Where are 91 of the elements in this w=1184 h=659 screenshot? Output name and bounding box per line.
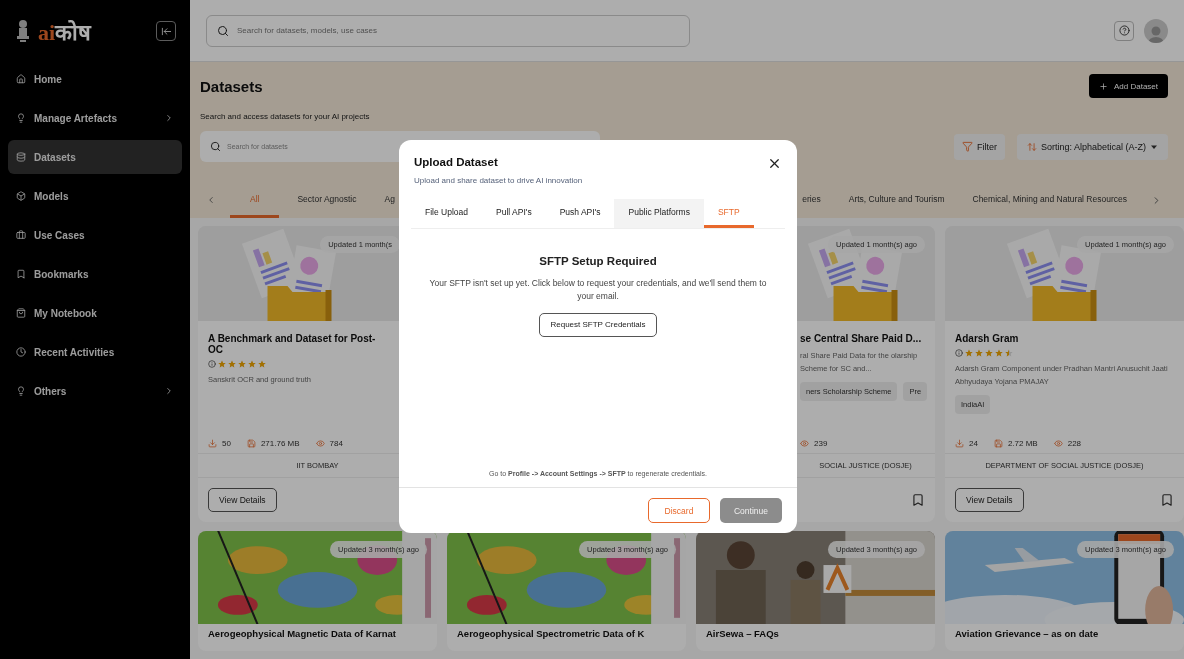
stat-value: 239	[800, 438, 828, 448]
eye-icon	[800, 438, 809, 448]
info-icon	[955, 349, 963, 357]
nav-item[interactable]: Recent Activities	[8, 335, 182, 369]
card-title: se Central Share Paid D...	[800, 333, 923, 344]
database-icon	[16, 152, 26, 162]
card-title: A Benchmark and Dataset for Post-OC	[208, 333, 377, 355]
eye-icon	[315, 438, 325, 448]
view-details-button[interactable]: View Details	[208, 488, 277, 512]
global-search-field[interactable]: Search for datasets, models, use cases	[206, 14, 690, 47]
nav-item[interactable]: Use Cases	[8, 218, 182, 252]
bookmark-icon	[16, 269, 26, 279]
search-icon	[210, 141, 221, 152]
box-icon	[16, 191, 26, 201]
stat-value: 784	[315, 438, 343, 448]
info-icon	[208, 360, 216, 368]
lightbulb-icon	[16, 386, 26, 396]
star-icon	[238, 360, 246, 368]
page-subtitle: Search and access datasets for your AI projects	[200, 112, 371, 121]
stat-value: 228	[1053, 438, 1082, 448]
card-title: AirSewa – FAQs	[706, 628, 780, 639]
star-icon	[975, 349, 983, 357]
nav-item[interactable]: Models	[8, 179, 182, 213]
dialog-tab[interactable]: File Upload	[411, 199, 482, 228]
download-icon	[208, 438, 217, 448]
bookmark-icon	[1160, 493, 1174, 507]
stat-value: 24	[955, 438, 978, 448]
nav-item[interactable]: Manage Artefacts	[8, 101, 182, 135]
star-icon	[218, 360, 226, 368]
logo-text: aiकोष	[38, 19, 92, 46]
nav-item[interactable]: My Notebook	[8, 296, 182, 330]
close-button[interactable]	[767, 156, 782, 171]
stat-value: 271.76 MB	[246, 438, 300, 448]
card-title: Aerogeophysical Spectrometric Data of K	[457, 628, 646, 639]
nav-item[interactable]: Home	[8, 62, 182, 96]
dialog-tab[interactable]: Pull API's	[482, 199, 546, 228]
bookmark-button[interactable]	[1160, 493, 1174, 507]
floppy-icon	[246, 438, 256, 448]
page-title: Datasets	[200, 77, 263, 95]
dialog-subtitle: Upload and share dataset to drive AI innovation	[414, 176, 583, 185]
clock-icon	[16, 347, 26, 357]
sort-dropdown[interactable]: Sorting: Alphabetical (A-Z)	[1016, 133, 1168, 160]
sftp-heading: SFTP Setup Required	[539, 255, 657, 267]
star-icon	[228, 360, 236, 368]
sort-icon	[1026, 141, 1037, 152]
chevron-icon	[164, 386, 174, 396]
star-icon	[258, 360, 266, 368]
bag-icon	[16, 308, 26, 318]
search-icon	[217, 24, 229, 37]
help-button[interactable]	[1114, 20, 1134, 41]
chevron-left-icon	[206, 195, 216, 205]
star-icon	[985, 349, 993, 357]
chevron-icon	[164, 113, 174, 123]
category-tab[interactable]: Sector Agnostic	[287, 182, 367, 218]
dialog-tab[interactable]: Public Platforms	[614, 199, 704, 228]
star-icon	[965, 349, 973, 357]
lightbulb-icon	[16, 113, 26, 123]
avatar[interactable]	[1144, 18, 1168, 43]
collapse-icon	[160, 25, 172, 37]
card-title: Adarsh Gram	[955, 333, 1020, 344]
category-tab[interactable]: Chemical, Mining and Natural Resources	[962, 182, 1137, 218]
nav-item[interactable]: Datasets	[8, 140, 182, 174]
home-icon	[16, 74, 26, 84]
sftp-message: Your SFTP isn't set up yet. Click below to request your credentials, and we'll send them to your email.	[428, 277, 768, 303]
nav-item[interactable]: Others	[8, 374, 182, 408]
collapse-sidebar-button[interactable]	[156, 21, 176, 41]
category-tab[interactable]: Arts, Culture and Tourism	[838, 182, 955, 218]
bookmark-button[interactable]	[911, 493, 925, 507]
eye-icon	[1053, 438, 1063, 448]
add-dataset-button[interactable]: Add Dataset	[1088, 74, 1168, 98]
card-title: Aviation Grievance – as on date	[955, 628, 1100, 639]
floppy-icon	[993, 438, 1003, 448]
view-details-button[interactable]: View Details	[955, 488, 1024, 512]
plus-icon	[1098, 81, 1108, 91]
request-credentials-button[interactable]: Request SFTP Credentials	[539, 312, 657, 337]
close-icon	[767, 156, 782, 171]
star-icon	[248, 360, 256, 368]
briefcase-icon	[16, 230, 26, 240]
emblem-icon	[16, 19, 30, 43]
help-icon	[1118, 25, 1130, 36]
stat-value: 2.72 MB	[993, 438, 1038, 448]
dialog-tab[interactable]: Push API's	[545, 199, 615, 228]
filter-icon	[961, 141, 973, 152]
stat-value: 50	[208, 438, 231, 448]
star-icon	[995, 349, 1003, 357]
nav-item[interactable]: Bookmarks	[8, 257, 182, 291]
filter-button[interactable]: Filter	[953, 133, 1005, 160]
bookmark-icon	[911, 493, 925, 507]
card-title: Aerogeophysical Magnetic Data of Karnat	[208, 628, 397, 639]
half-star-icon	[1005, 349, 1013, 357]
download-icon	[955, 438, 964, 448]
